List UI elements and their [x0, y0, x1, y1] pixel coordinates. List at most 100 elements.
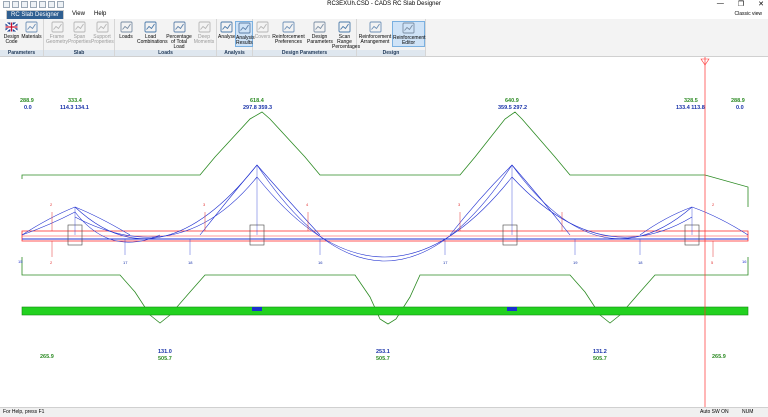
- editor-icon: [402, 22, 415, 34]
- restore-button[interactable]: ❐: [738, 0, 744, 8]
- title-bar: RC3EXUh.CSD - CADS RC Slab Designer — ❐ …: [0, 0, 768, 9]
- deep-moments-icon: [198, 21, 210, 33]
- ribbon-button-label: Loads: [119, 34, 133, 40]
- reinforcement-preferences-button[interactable]: Reinforcement Preferences: [271, 21, 306, 45]
- moment-curve-3: [74, 164, 258, 239]
- undo-icon[interactable]: [57, 1, 64, 8]
- ribbon-group-label: Slab: [44, 50, 114, 56]
- section-number-bottom-7: 18: [638, 260, 643, 265]
- moment-curves: [21, 164, 749, 262]
- tab-view[interactable]: View: [68, 10, 89, 19]
- section-number-top-1: 2: [50, 202, 53, 207]
- reinforcement-bar-strip: [21, 306, 749, 316]
- slab-diagram-canvas[interactable]: 15 16 288.9 0.0 333.4 114.3 134.1 618.4 …: [0, 57, 768, 407]
- moment-curve-4: [74, 176, 258, 238]
- section-number-top-3: 4: [306, 202, 309, 207]
- moment-curve-5: [199, 164, 321, 236]
- moment-curve-8: [449, 164, 571, 236]
- minimize-button[interactable]: —: [717, 0, 724, 8]
- span-properties-button: Span Properties: [68, 21, 91, 45]
- print-icon[interactable]: [39, 1, 46, 8]
- design-code-button[interactable]: Design Code: [2, 21, 21, 45]
- section-number-top-5: 2: [712, 202, 715, 207]
- reinforcement-editor-button[interactable]: Reinforcement Editor: [392, 21, 426, 47]
- new-icon[interactable]: [12, 1, 19, 8]
- top-label-1-green: 288.9: [20, 98, 34, 104]
- design-parameters-button[interactable]: Design Parameters: [307, 21, 333, 45]
- bar-marker-right: [507, 307, 517, 311]
- ribbon-group-design: Reinforcement Arrangement Reinforcement E…: [357, 19, 426, 56]
- frame-geometry-button: Frame Geometry: [46, 21, 68, 45]
- ribbon-button-label: Span Properties: [68, 34, 91, 45]
- covers-button: Covers: [254, 21, 271, 40]
- analyse-icon: [220, 21, 233, 33]
- open-icon[interactable]: [21, 1, 28, 8]
- ribbon-button-label: Design Parameters: [307, 34, 333, 45]
- scan-range-percentages-button[interactable]: Scan Range Percentages: [332, 21, 360, 50]
- percentage-icon: [173, 21, 185, 33]
- top-label-2-green: 333.4: [68, 98, 82, 104]
- loads-button[interactable]: Loads: [116, 21, 136, 40]
- print-preview-icon[interactable]: [48, 1, 55, 8]
- reinforcement-arrangement-button[interactable]: Reinforcement Arrangement: [358, 21, 392, 45]
- frame-icon: [51, 21, 63, 33]
- section-number-bottom-3: 18: [188, 260, 193, 265]
- ribbon-button-label: Reinforcement Preferences: [272, 34, 305, 45]
- ribbon-button-label: Covers: [254, 34, 271, 40]
- moment-curve-6: [256, 164, 513, 262]
- ribbon-group-parameters: Design Code Materials Parameters: [0, 19, 44, 56]
- ribbon-button-label: Load Combinations: [137, 34, 168, 45]
- moment-curve-ticks: [74, 165, 693, 255]
- bottom-label-3-green: 505.7: [376, 356, 390, 362]
- top-label-5-blue: 133.4 113.8: [676, 105, 705, 111]
- loads-icon: [120, 21, 132, 33]
- section-number-bottom-5: 17: [443, 260, 448, 265]
- ribbon-button-label: Materials: [21, 34, 42, 40]
- section-number-top-4: 3: [458, 202, 461, 207]
- bottom-label-2-green: 505.7: [158, 356, 172, 362]
- close-button[interactable]: ✕: [758, 0, 764, 8]
- materials-button[interactable]: Materials: [21, 21, 42, 40]
- section-number-bottom-4: 16: [318, 260, 323, 265]
- section-number-bottom-1: 2: [50, 260, 53, 265]
- ribbon-group-loads: Loads Load Combinations Percentage of Tota…: [115, 19, 217, 56]
- top-label-6-blue: 0.0: [736, 105, 744, 111]
- ribbon-group-label: Loads: [115, 50, 216, 56]
- end-mark-right: 16: [742, 259, 747, 264]
- flag-icon: [5, 21, 18, 33]
- hogging-envelope-line: [21, 111, 749, 207]
- tab-help[interactable]: Help: [90, 10, 110, 19]
- analyse-button[interactable]: Analyse: [218, 21, 236, 40]
- load-combinations-button[interactable]: Load Combinations: [137, 21, 168, 45]
- covers-icon: [256, 21, 269, 33]
- bottom-label-3-blue: 253.1: [376, 349, 390, 355]
- window-title: RC3EXUh.CSD - CADS RC Slab Designer: [327, 1, 441, 7]
- moment-curve-7: [256, 176, 513, 258]
- save-icon[interactable]: [30, 1, 37, 8]
- ribbon-button-label: Analyse: [218, 34, 236, 40]
- top-label-4-green: 640.9: [505, 98, 519, 104]
- ribbon-group-label: Analysis: [217, 50, 252, 56]
- moment-curve-9: [511, 164, 693, 239]
- ribbon-group-label: Design Parameters: [253, 50, 356, 56]
- section-number-bottom-2: 17: [123, 260, 128, 265]
- top-label-3-blue: 297.8 359.3: [243, 105, 273, 111]
- ribbon-group-slab: Frame Geometry Span Properties Support Pro…: [44, 19, 115, 56]
- top-label-5-green: 328.5: [684, 98, 698, 104]
- percentage-of-total-load-button[interactable]: Percentage of Total Load: [165, 21, 193, 50]
- classic-view-toggle[interactable]: Classic view: [734, 11, 762, 17]
- ribbon: Design Code Materials Parameters Frame Geom…: [0, 19, 768, 57]
- ribbon-button-label: Reinforcement Arrangement: [358, 34, 392, 45]
- arrangement-icon: [369, 21, 381, 33]
- bottom-label-4-blue: 131.2: [593, 349, 607, 355]
- ribbon-button-label: Reinforcement Editor: [393, 35, 426, 46]
- moment-curve-2: [21, 211, 161, 243]
- top-label-6-green: 288.9: [731, 98, 745, 104]
- support-properties-button: Support Properties: [91, 21, 114, 45]
- analysis-results-button[interactable]: Analysis Results: [235, 21, 255, 47]
- section-marks: [51, 212, 714, 257]
- ribbon-button-label: Frame Geometry: [46, 34, 68, 45]
- results-icon: [238, 22, 250, 34]
- top-label-4-blue: 359.5 297.2: [498, 105, 528, 111]
- design-params-icon: [313, 21, 326, 33]
